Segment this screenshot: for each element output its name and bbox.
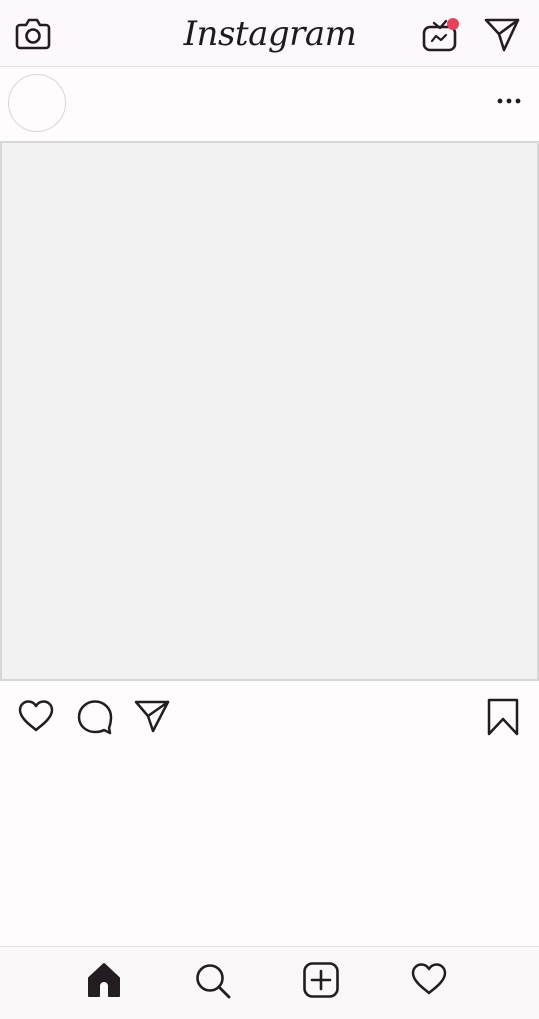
comment-icon[interactable] [76,698,114,736]
post-image-placeholder[interactable] [0,141,539,681]
post-header [0,67,539,141]
heart-icon[interactable] [17,699,55,733]
bottom-navigation [0,946,539,1019]
top-bar: Instagram [0,0,539,67]
new-post-icon[interactable] [302,961,340,999]
bookmark-icon[interactable] [486,697,520,737]
more-options-icon[interactable] [494,93,524,109]
search-icon[interactable] [193,961,233,1001]
instagram-feed-screen: Instagram [0,0,539,1019]
avatar[interactable] [8,74,66,132]
camera-icon[interactable] [14,16,52,52]
post-action-bar [0,681,539,751]
home-icon[interactable] [85,961,123,999]
instagram-logo: Instagram [183,14,357,54]
direct-message-icon[interactable] [483,15,521,53]
activity-heart-icon[interactable] [410,962,448,996]
share-icon[interactable] [133,698,171,734]
notification-dot-icon [447,18,459,30]
